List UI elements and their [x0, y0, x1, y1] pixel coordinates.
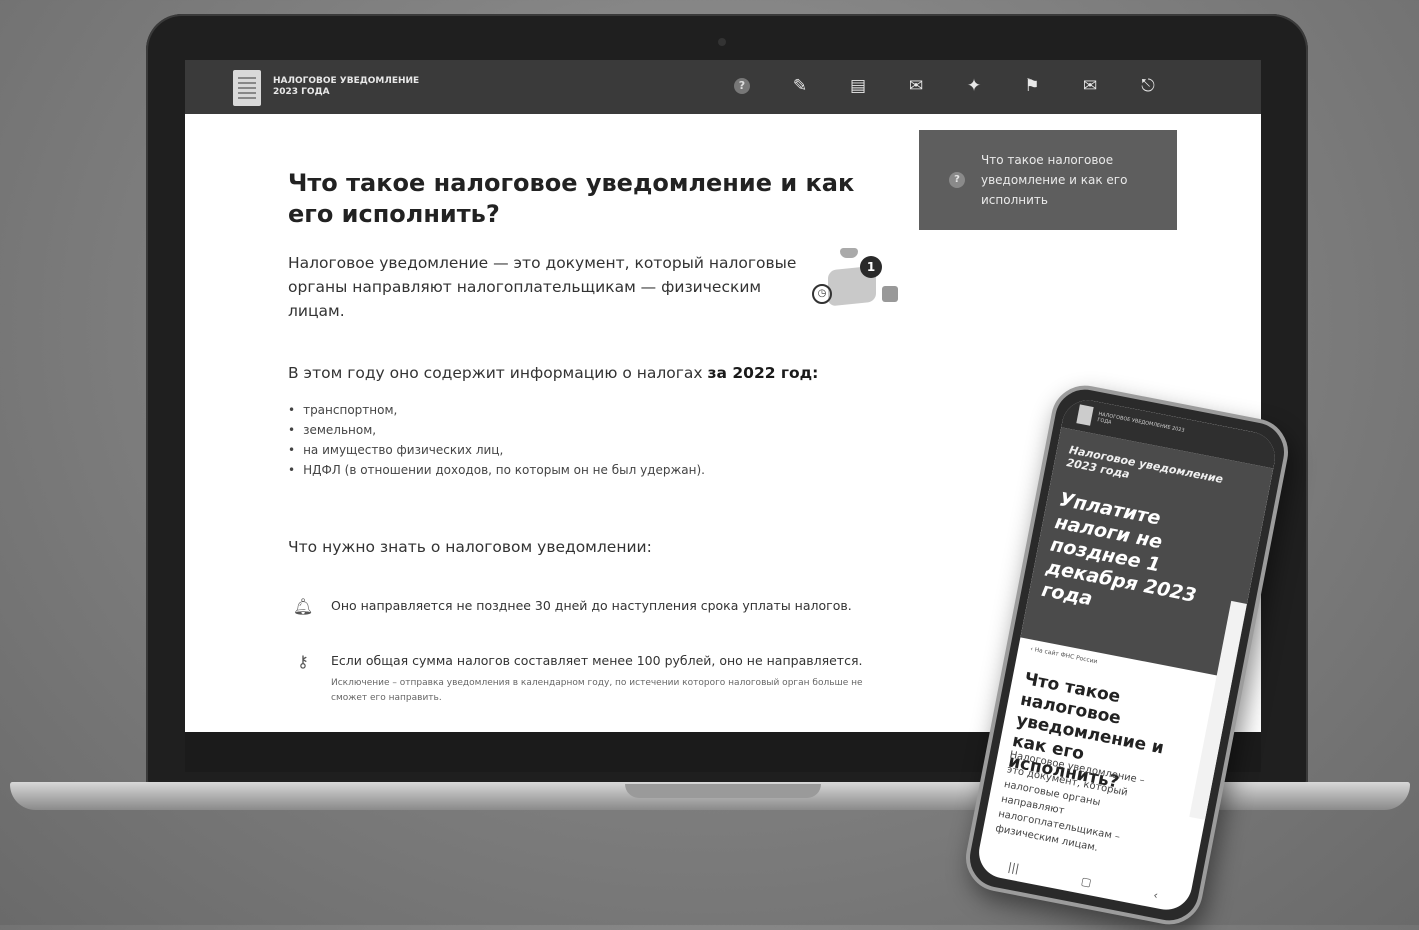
envelope-icon[interactable]: ✉: [899, 72, 933, 100]
exception-note: Исключение – отправка уведомления в кале…: [331, 678, 863, 703]
cup-icon: [840, 248, 858, 258]
recents-icon[interactable]: |||: [1007, 860, 1020, 875]
document-logo-icon[interactable]: [233, 70, 261, 106]
list-item: транспортном,: [288, 400, 705, 420]
pin-icon[interactable]: ✦: [957, 72, 991, 100]
phone-site-title: НАЛОГОВОЕ УВЕДОМЛЕНИЕ 2023 ГОДА: [1096, 411, 1186, 434]
count-badge: 1: [860, 256, 882, 278]
know-heading: Что нужно знать о налоговом уведомлении:: [288, 538, 652, 556]
question-icon: ?: [949, 172, 965, 188]
home-icon[interactable]: ▢: [1080, 875, 1093, 890]
bell-icon: 🔔︎: [292, 597, 314, 616]
list-item: земельном,: [288, 420, 705, 440]
tax-list: транспортном, земельном, на имущество фи…: [288, 400, 705, 480]
intro-text: Налоговое уведомление — это документ, ко…: [288, 254, 797, 320]
list-item: на имущество физических лиц,: [288, 440, 705, 460]
site-title[interactable]: НАЛОГОВОЕ УВЕДОМЛЕНИЕ 2023 ГОДА: [273, 76, 433, 98]
clipboard-icon[interactable]: ▤: [841, 72, 875, 100]
site-header: НАЛОГОВОЕ УВЕДОМЛЕНИЕ 2023 ГОДА ? ✎ ▤ ✉ …: [185, 60, 1261, 114]
list-item: НДФЛ (в отношении доходов, по которым он…: [288, 460, 705, 480]
key-icon: ⚷: [297, 652, 309, 671]
camera-dot: [718, 38, 726, 46]
year-info: В этом году оно содержит информацию о на…: [288, 364, 819, 382]
back-icon[interactable]: ‹: [1152, 889, 1159, 903]
question-icon[interactable]: ?: [725, 72, 759, 100]
sidebar-item-label: Что такое налоговое уведомление и как ег…: [981, 153, 1128, 207]
phone-system-nav: ||| ▢ ‹: [976, 854, 1191, 908]
cube-icon: [882, 286, 898, 302]
clock-icon: ◷: [812, 284, 832, 304]
mail-send-icon[interactable]: ✉: [1073, 72, 1107, 100]
document-logo-icon[interactable]: [1076, 404, 1094, 426]
exit-icon[interactable]: ⎋: [1131, 72, 1165, 100]
page-title: Что такое налоговое уведомление и как ег…: [288, 169, 855, 228]
header-nav: ? ✎ ▤ ✉ ✦ ⚑ ✉ ⎋: [725, 72, 1165, 100]
fact-min-sum: ⚷ Если общая сумма налогов составляет ме…: [288, 652, 871, 706]
pencil-icon[interactable]: ✎: [783, 72, 817, 100]
fact-deadline: 🔔︎ Оно направляется не позднее 30 дней д…: [288, 597, 852, 616]
laptop-notch: [625, 784, 821, 798]
flag-icon[interactable]: ⚑: [1015, 72, 1049, 100]
sidebar-nav-card[interactable]: ? Что такое налоговое уведомление и как …: [919, 130, 1177, 230]
notification-illustration: 1 ◷: [810, 248, 906, 320]
